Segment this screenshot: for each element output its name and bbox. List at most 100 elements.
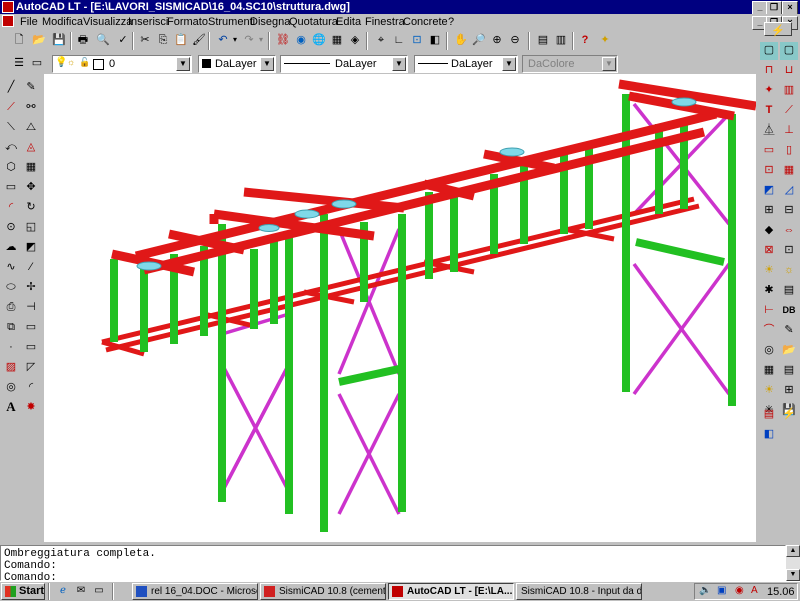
foundation-tool-icon[interactable]: ▤ <box>780 282 798 300</box>
zoom-window-icon[interactable]: ⊕ <box>488 32 506 50</box>
hatch-icon[interactable]: ▨ <box>2 359 20 377</box>
scroll-up-icon[interactable]: ▲ <box>786 545 800 557</box>
column-tool-icon[interactable]: ⊓ <box>760 62 778 80</box>
command-scrollbar[interactable]: ▲ ▼ <box>786 545 800 581</box>
match-properties-icon[interactable]: 🖌 <box>190 32 208 50</box>
circle-icon[interactable]: ⊙ <box>2 219 20 237</box>
print-icon[interactable]: 🖶 <box>74 32 92 50</box>
lengthen-icon[interactable]: ⁄ <box>22 259 40 277</box>
close-button[interactable]: × <box>782 1 798 15</box>
diagonal-tool-icon[interactable]: ⟋ <box>780 102 798 120</box>
zoom-previous-icon[interactable]: ⊖ <box>506 32 524 50</box>
flash-tool-icon[interactable]: ⚡ <box>780 406 798 424</box>
copy-icon[interactable]: ⎘ <box>154 32 172 50</box>
section-tool-icon[interactable]: ⊠ <box>760 242 778 260</box>
task-sismicad-cemento[interactable]: SismiCAD 10.8 (cemento a... <box>260 583 386 600</box>
chevron-down-icon[interactable]: ▼ <box>392 57 406 71</box>
network-icon[interactable]: ▣ <box>717 585 726 596</box>
layer-dropdown[interactable]: 💡 ☼ 🔓 0 ▼ <box>52 55 192 73</box>
restore-button[interactable]: ❐ <box>766 1 782 15</box>
rotate-icon[interactable]: ↻ <box>22 199 40 217</box>
glasses-tool-icon[interactable]: ◎ <box>760 342 778 360</box>
spelling-icon[interactable]: ✓ <box>114 32 132 50</box>
frame-tool-icon[interactable]: ▯ <box>780 142 798 160</box>
drawing-tool-icon[interactable]: ✎ <box>780 322 798 340</box>
beam-tool-icon[interactable]: ⊔ <box>780 62 798 80</box>
named-views-icon[interactable]: ⊡ <box>408 32 426 50</box>
offset-icon[interactable]: ◬ <box>22 139 40 157</box>
grid-tool-icon[interactable]: ⊞ <box>760 202 778 220</box>
volume-icon[interactable]: 🔊 <box>699 585 711 596</box>
check-tool-icon[interactable]: ✱ <box>760 282 778 300</box>
panel-tool-icon[interactable]: ▦ <box>780 162 798 180</box>
fillet-icon[interactable]: ◜ <box>22 379 40 397</box>
support-tool-icon[interactable]: ⏅ <box>760 122 778 140</box>
load-tool-icon[interactable]: ⊡ <box>760 162 778 180</box>
break-at-point-icon[interactable]: ▭ <box>22 339 40 357</box>
region-icon[interactable]: ◎ <box>2 379 20 397</box>
scroll-down-icon[interactable]: ▼ <box>786 569 800 581</box>
stretch-icon[interactable]: ◩ <box>22 239 40 257</box>
array-icon[interactable]: ▦ <box>22 159 40 177</box>
export-tool-icon[interactable]: ⊞ <box>780 382 798 400</box>
chevron-down-icon[interactable]: ▼ <box>260 57 274 71</box>
command-window[interactable]: Ombreggiatura completa. Comando: Comando… <box>0 545 786 581</box>
today-icon[interactable]: ◉ <box>292 32 310 50</box>
snap-icon[interactable]: ⌖ <box>372 32 390 50</box>
sun-tool-icon[interactable]: ☀ <box>760 382 778 400</box>
move-icon[interactable]: ✥ <box>22 179 40 197</box>
link-tool-icon[interactable]: ⇔ <box>780 222 798 240</box>
t-section-icon[interactable]: T <box>760 102 778 120</box>
copy-object-icon[interactable]: ⚯ <box>22 99 40 117</box>
arc-icon[interactable]: ◜ <box>2 199 20 217</box>
menu-visualizza[interactable]: Visualizza <box>83 16 132 28</box>
print-preview-icon[interactable]: 🔍 <box>94 32 112 50</box>
layer-manager-icon[interactable]: ☰ <box>10 55 28 73</box>
hyperlink-icon[interactable]: ⛓ <box>274 32 292 50</box>
revision-cloud-icon[interactable]: ☁ <box>2 239 20 257</box>
wall-tool-icon[interactable]: ▥ <box>780 82 798 100</box>
new-file-icon[interactable]: 🗋 <box>10 32 28 50</box>
layer-previous-icon[interactable]: ▭ <box>28 55 46 73</box>
open-file-icon[interactable]: 📂 <box>30 32 48 50</box>
linetype-dropdown[interactable]: DaLayer ▼ <box>280 55 408 73</box>
analysis-tool-icon[interactable]: ▤ <box>760 406 778 424</box>
polyline-icon[interactable]: ⟍ <box>2 119 20 137</box>
command-prompt[interactable]: Comando: <box>4 572 57 581</box>
ramp-tool-icon[interactable]: ◿ <box>780 182 798 200</box>
mirror-icon[interactable]: ⧍ <box>22 119 40 137</box>
scale-icon[interactable]: ◱ <box>22 219 40 237</box>
task-autocad[interactable]: AutoCAD LT - [E:\LA... <box>388 583 514 600</box>
database-icon[interactable]: DB <box>780 302 798 320</box>
spline-icon[interactable]: ∿ <box>2 259 20 277</box>
ucs-icon[interactable]: ∟ <box>390 32 408 50</box>
arch-tool-icon[interactable]: ⌒ <box>760 322 778 340</box>
cut-icon[interactable]: ✂ <box>136 32 154 50</box>
rectangle-icon[interactable]: ▭ <box>2 179 20 197</box>
chamfer-icon[interactable]: ◸ <box>22 359 40 377</box>
import-tool-icon[interactable]: ⊢ <box>760 302 778 320</box>
report-tool-icon[interactable]: ▤ <box>780 362 798 380</box>
web-icon[interactable]: 🌐 <box>310 32 328 50</box>
paste-icon[interactable]: 📋 <box>172 32 190 50</box>
menu-modifica[interactable]: Modifica <box>42 16 83 28</box>
zoom-realtime-icon[interactable]: 🔎 <box>470 32 488 50</box>
rebar-tool-icon[interactable]: ⊥ <box>780 122 798 140</box>
document-icon[interactable] <box>2 15 14 27</box>
autocad-app-icon[interactable] <box>2 1 14 13</box>
point-icon[interactable]: · <box>2 339 20 357</box>
hexagon-icon[interactable]: ⬡ <box>2 159 20 177</box>
view-tool-icon[interactable]: ⊡ <box>780 242 798 260</box>
menu-strumenti[interactable]: Strumenti <box>208 16 255 28</box>
stairs-tool-icon[interactable]: ◩ <box>760 182 778 200</box>
drawing-area[interactable] <box>44 74 756 542</box>
erase-icon[interactable]: ✎ <box>22 79 40 97</box>
slab-tool-icon[interactable]: ▭ <box>760 142 778 160</box>
menu-edita[interactable]: Edita <box>336 16 361 28</box>
break-icon[interactable]: ▭ <box>22 319 40 337</box>
spot-tool-icon[interactable]: ☼ <box>780 262 798 280</box>
trim-icon[interactable]: ✢ <box>22 279 40 297</box>
layer-tool-icon[interactable]: ◆ <box>760 222 778 240</box>
make-block-icon[interactable]: ⧉ <box>2 319 20 337</box>
explode-icon[interactable]: ✸ <box>22 399 40 417</box>
